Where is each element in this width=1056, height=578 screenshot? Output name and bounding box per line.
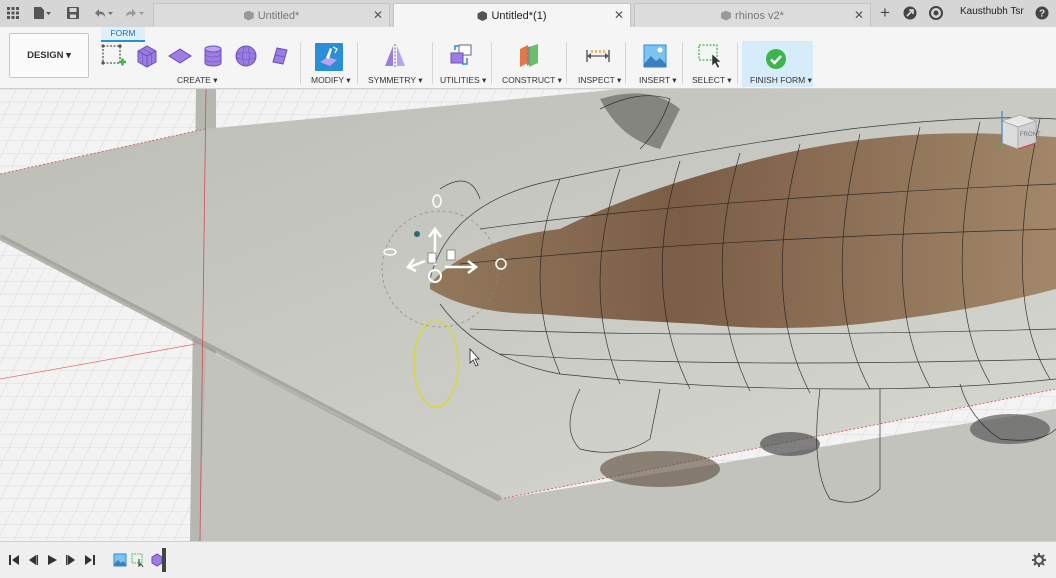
insert-image-icon[interactable] xyxy=(641,42,669,70)
title-bar: Untitled* ✕ Untitled*(1) ✕ rhinos v2* ✕ … xyxy=(0,0,1056,28)
undo-icon[interactable] xyxy=(90,4,116,22)
close-icon[interactable]: ✕ xyxy=(614,8,624,22)
user-name[interactable]: Kausthubh Tsr xyxy=(960,6,1024,17)
file-menu-icon[interactable] xyxy=(30,4,54,22)
create-menu[interactable]: CREATE ▾ xyxy=(177,75,217,86)
divider xyxy=(491,42,492,84)
job-status-icon[interactable] xyxy=(926,4,946,22)
mirror-symmetry-icon[interactable] xyxy=(381,42,409,70)
torus-quadball-icon[interactable] xyxy=(266,42,294,70)
tab-form[interactable]: FORM xyxy=(101,27,145,42)
divider xyxy=(357,42,358,84)
tab-untitled[interactable]: Untitled* ✕ xyxy=(153,3,390,27)
new-tab-plus-icon[interactable]: + xyxy=(875,3,895,22)
plane-icon[interactable] xyxy=(166,42,194,70)
select-menu[interactable]: SELECT ▾ xyxy=(692,75,732,86)
modify-menu[interactable]: MODIFY ▾ xyxy=(311,75,351,86)
timeline-select-feature-icon[interactable] xyxy=(130,552,146,568)
measure-icon[interactable] xyxy=(584,42,612,70)
finish-form-button[interactable]: FINISH FORM ▾ xyxy=(742,41,813,87)
scene-canvas[interactable] xyxy=(0,89,1056,541)
help-icon[interactable]: ? xyxy=(1032,4,1052,22)
create-box-sketch-icon[interactable] xyxy=(99,42,127,70)
symmetry-menu[interactable]: SYMMETRY ▾ xyxy=(368,75,423,86)
step-back-icon[interactable] xyxy=(25,552,41,568)
divider xyxy=(625,42,626,84)
divider xyxy=(566,42,567,84)
save-icon[interactable] xyxy=(63,4,83,22)
sphere-icon[interactable] xyxy=(232,42,260,70)
timeline-settings-gear-icon[interactable] xyxy=(1031,552,1047,568)
skip-to-start-icon[interactable] xyxy=(6,552,22,568)
tab-label: rhinos v2* xyxy=(735,9,784,22)
close-icon[interactable]: ✕ xyxy=(854,8,864,22)
timeline-canvas-feature-icon[interactable] xyxy=(112,552,128,568)
divider xyxy=(682,42,683,84)
svg-text:?: ? xyxy=(1039,9,1045,20)
extensions-icon[interactable] xyxy=(900,4,920,22)
close-icon[interactable]: ✕ xyxy=(373,8,383,22)
document-icon xyxy=(243,10,254,21)
viewcube-face-label: FRONT xyxy=(1020,132,1041,138)
viewcube[interactable]: FRONT xyxy=(992,107,1042,160)
checkmark-icon xyxy=(765,48,787,73)
redo-icon[interactable] xyxy=(121,4,147,22)
insert-menu[interactable]: INSERT ▾ xyxy=(639,75,677,86)
app-grid-icon[interactable] xyxy=(3,4,23,22)
box-icon[interactable] xyxy=(133,42,161,70)
window-select-icon[interactable] xyxy=(696,42,724,70)
offset-plane-icon[interactable] xyxy=(515,42,543,70)
utilities-menu[interactable]: UTILITIES ▾ xyxy=(440,75,486,86)
divider xyxy=(432,42,433,84)
step-forward-icon[interactable] xyxy=(63,552,79,568)
document-icon xyxy=(477,11,488,21)
workspace-switcher[interactable]: DESIGN ▾ xyxy=(9,33,89,78)
3d-viewport[interactable]: FRONT xyxy=(0,89,1056,541)
construct-menu[interactable]: CONSTRUCT ▾ xyxy=(502,75,562,86)
tab-label: Untitled*(1) xyxy=(491,10,547,22)
tab-label: Untitled* xyxy=(257,9,300,22)
skip-to-end-icon[interactable] xyxy=(82,552,98,568)
tab-untitled-1[interactable]: Untitled*(1) ✕ xyxy=(393,3,631,28)
inspect-menu[interactable]: INSPECT ▾ xyxy=(578,75,621,86)
timeline-marker[interactable] xyxy=(162,548,166,572)
document-icon xyxy=(721,10,732,21)
utilities-icon[interactable] xyxy=(447,42,475,70)
divider xyxy=(737,42,738,84)
play-icon[interactable] xyxy=(44,552,60,568)
tab-rhinos-v2[interactable]: rhinos v2* ✕ xyxy=(634,3,871,27)
cylinder-icon[interactable] xyxy=(199,42,227,70)
ribbon-toolbar: DESIGN ▾ FORM CREATE ▾ MODIFY ▾ SYMMETRY… xyxy=(0,27,1056,89)
timeline-bar xyxy=(0,541,1056,578)
finish-form-label: FINISH FORM ▾ xyxy=(750,75,812,85)
edit-form-icon[interactable] xyxy=(314,42,344,72)
divider xyxy=(300,42,301,84)
